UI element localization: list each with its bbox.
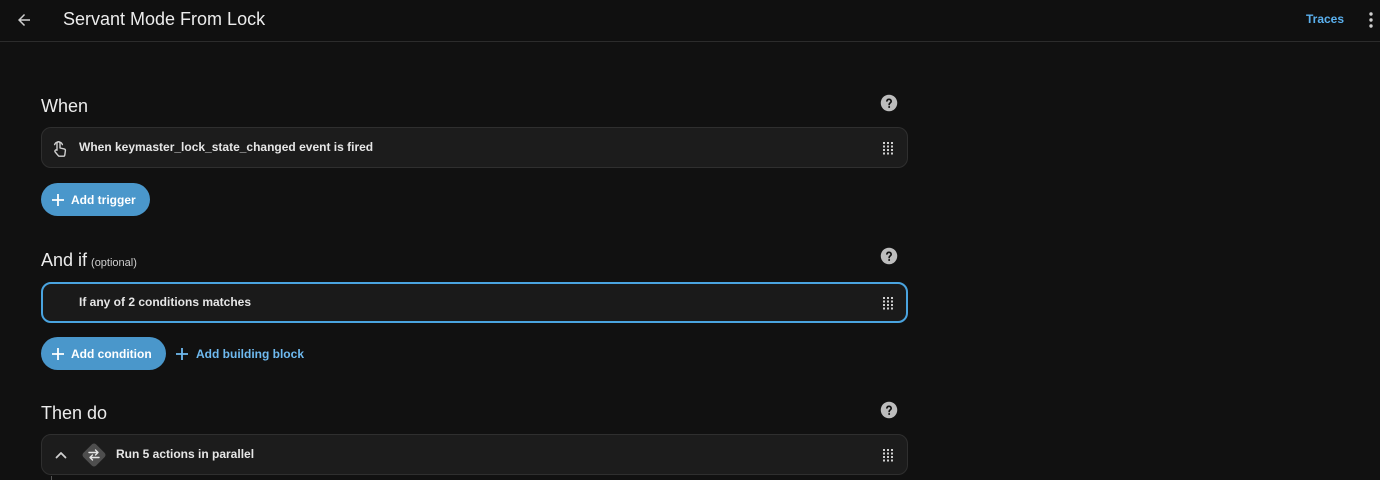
drag-handle-icon[interactable] <box>882 296 894 310</box>
add-trigger-button[interactable]: Add trigger <box>41 183 150 216</box>
traces-button[interactable]: Traces <box>1306 11 1344 27</box>
dots-vertical-icon <box>1369 12 1373 28</box>
optional-label: (optional) <box>91 257 137 269</box>
drag-handle-icon[interactable] <box>882 448 894 462</box>
arrow-left-icon <box>18 14 30 26</box>
add-condition-button[interactable]: Add condition <box>41 337 166 370</box>
help-circle-icon[interactable] <box>880 247 898 265</box>
and-if-title: And if <box>41 250 88 270</box>
back-button[interactable] <box>8 4 40 36</box>
shuffle-disabled-icon <box>82 443 106 467</box>
condition-card[interactable]: If any of 2 conditions matches <box>41 282 908 323</box>
plus-icon <box>52 347 64 360</box>
gesture-tap-icon <box>53 141 67 157</box>
drag-handle-icon[interactable] <box>882 141 894 155</box>
page-title: Servant Mode From Lock <box>63 9 266 29</box>
top-app-bar: Servant Mode From Lock Traces <box>0 0 1380 42</box>
add-trigger-label: Add trigger <box>71 192 136 207</box>
add-building-block-button[interactable]: Add building block <box>175 337 304 370</box>
add-building-block-label: Add building block <box>196 346 304 361</box>
condition-label: If any of 2 conditions matches <box>79 295 252 309</box>
trigger-card[interactable]: When keymaster_lock_state_changed event … <box>41 127 908 168</box>
then-do-section-title: Then do <box>41 403 108 423</box>
chevron-up-icon[interactable] <box>53 447 69 463</box>
action-label: Run 5 actions in parallel <box>116 447 255 461</box>
when-section-title: When <box>41 96 89 116</box>
add-condition-label: Add condition <box>71 346 152 361</box>
plus-icon <box>52 193 64 206</box>
and-if-section-title: And if (optional) <box>41 249 137 274</box>
action-card[interactable]: Run 5 actions in parallel <box>41 434 908 475</box>
trigger-label: When keymaster_lock_state_changed event … <box>79 140 374 154</box>
help-circle-icon[interactable] <box>880 94 898 112</box>
more-options-button[interactable] <box>1362 6 1380 34</box>
plus-icon <box>176 347 188 360</box>
action-tree-line <box>51 476 52 480</box>
help-circle-icon[interactable] <box>880 401 898 419</box>
